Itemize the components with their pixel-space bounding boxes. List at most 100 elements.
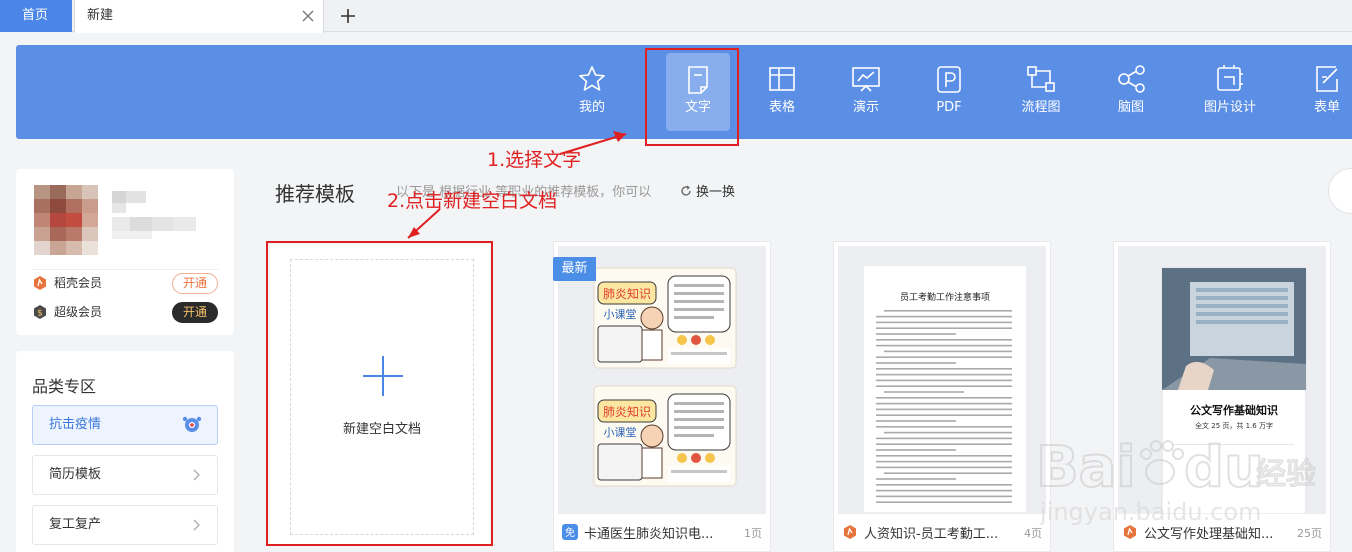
category-label: 图片设计 [1203, 100, 1256, 115]
mindmap-icon [1118, 65, 1145, 93]
docer-member-row: 稻壳会员 开通 [32, 271, 218, 295]
template-name: 人资知识-员工考勤工... [864, 527, 999, 542]
template-card[interactable]: 员工考勤工作注意事项 人资知识-员工考勤工... 4页 [833, 241, 1051, 552]
category-item-resume-work[interactable]: 复工复产 [32, 505, 218, 545]
form-icon [1316, 66, 1338, 92]
document-text-line [876, 379, 1012, 382]
open-super-member-button[interactable]: 开通 [172, 302, 218, 323]
svg-text:经验: 经验 [1256, 457, 1316, 492]
document-text-line [876, 339, 1012, 341]
template-card[interactable]: 肺炎知识 小课堂 肺炎知识 小课堂 免 卡通医生肺炎知识电... 1页 [553, 241, 771, 552]
annotation-step2: 2.点击新建空白文档 [387, 190, 558, 212]
category-label: 表格 [768, 100, 795, 115]
category-item-epidemic[interactable]: 抗击疫情 [32, 405, 218, 445]
refresh-label: 换一换 [696, 185, 736, 200]
svg-text:公文写作基础知识: 公文写作基础知识 [1190, 403, 1278, 417]
category-zone-panel: 品类专区 抗击疫情 简历模板 复工复产 [16, 351, 234, 552]
section-title: 推荐模板 [275, 182, 355, 206]
category-item-label: 简历模板 [49, 467, 102, 482]
annotation-step1: 1.选择文字 [487, 149, 582, 171]
category-item-label: 复工复产 [49, 517, 102, 532]
document-text-line [876, 397, 1012, 399]
document-text-line [876, 344, 1012, 347]
document-text-line [876, 455, 1012, 457]
member-label: 稻壳会员 [54, 276, 103, 290]
baidu-jingyan-watermark: Bai du 经验 jingyan.baidu.com [1035, 434, 1317, 526]
annotation-highlight-blank [266, 241, 493, 546]
refresh-button[interactable]: 换一换 [680, 181, 735, 200]
username-blurred [112, 191, 196, 239]
category-label: 表单 [1313, 100, 1340, 115]
category-item-label: 抗击疫情 [49, 417, 102, 432]
document-text-line [876, 484, 1012, 486]
tab-home[interactable]: 首页 [0, 0, 72, 32]
category-mindmap[interactable]: 脑图 [1096, 53, 1166, 131]
document-text-line [876, 437, 1012, 440]
category-sheet[interactable]: 表格 [747, 53, 817, 131]
table-icon [769, 67, 795, 91]
open-docer-member-button[interactable]: 开通 [172, 273, 218, 294]
member-label: 超级会员 [54, 305, 103, 319]
document-text-line [876, 321, 1012, 324]
category-label: 脑图 [1117, 100, 1144, 115]
document-text-line [876, 373, 1012, 376]
new-badge: 最新 [553, 257, 596, 281]
chevron-right-icon [193, 469, 200, 481]
document-text-line [884, 310, 1012, 312]
document-text-line [876, 402, 1012, 405]
document-text-line [876, 333, 956, 335]
document-text-line [884, 391, 964, 393]
svg-text:员工考勤工作注意事项: 员工考勤工作注意事项 [900, 291, 990, 303]
star-icon [579, 66, 605, 91]
svg-text:肺炎知识: 肺炎知识 [603, 405, 651, 419]
close-icon[interactable] [301, 9, 315, 23]
scroll-right-button[interactable] [1328, 168, 1352, 214]
tab-new[interactable]: 新建 [74, 0, 324, 33]
category-pdf[interactable]: PDF [914, 53, 984, 131]
document-text-line [876, 478, 956, 480]
svg-text:小课堂: 小课堂 [604, 308, 637, 321]
svg-text:肺炎知识: 肺炎知识 [603, 287, 651, 301]
svg-text:jingyan.baidu.com: jingyan.baidu.com [1039, 498, 1261, 526]
document-text-line [876, 414, 1012, 416]
divider [32, 269, 218, 270]
tab-new-label: 新建 [87, 8, 114, 23]
document-text-line [884, 431, 1012, 434]
add-tab-icon[interactable] [338, 6, 358, 26]
document-text-line [876, 315, 1012, 318]
document-text-line [876, 466, 1012, 469]
pdf-icon [937, 66, 961, 93]
category-item-resume[interactable]: 简历模板 [32, 455, 218, 495]
poster-preview: 肺炎知识 小课堂 肺炎知识 小课堂 [558, 246, 766, 514]
svg-text:Bai: Bai [1036, 435, 1136, 500]
document-text-line [876, 356, 1012, 358]
template-name: 卡通医生肺炎知识电... [584, 527, 714, 542]
document-text-line [884, 472, 1012, 474]
chevron-right-icon [193, 519, 200, 531]
user-card: 稻壳会员 开通 $ 超级会员 开通 [16, 169, 234, 335]
template-preview: 员工考勤工作注意事项 [838, 246, 1046, 514]
category-form[interactable]: 表单 [1292, 53, 1352, 131]
refresh-icon [681, 185, 691, 196]
docer-member-icon [34, 276, 46, 290]
super-member-icon: $ [34, 305, 46, 319]
avatar[interactable] [34, 185, 98, 255]
category-image-design[interactable]: 图片设计 [1195, 53, 1265, 131]
free-badge-icon: 免 [562, 524, 578, 540]
presentation-icon [852, 67, 880, 92]
tab-bar: 首页 新建 [0, 0, 1352, 33]
document-text-line [876, 362, 956, 364]
image-design-icon [1217, 65, 1243, 91]
category-mine[interactable]: 我的 [557, 53, 627, 131]
document-text-line [876, 495, 1012, 498]
document-text-line [884, 350, 1012, 353]
document-text-line [876, 368, 1012, 370]
category-presentation[interactable]: 演示 [831, 53, 901, 131]
flowchart-icon [1027, 66, 1055, 92]
annotation-highlight-writer [645, 48, 739, 146]
virus-icon [182, 416, 202, 432]
category-label: 流程图 [1021, 100, 1061, 115]
category-flowchart[interactable]: 流程图 [1006, 53, 1076, 131]
svg-text:小课堂: 小课堂 [604, 426, 637, 439]
document-text-line [876, 385, 1012, 387]
